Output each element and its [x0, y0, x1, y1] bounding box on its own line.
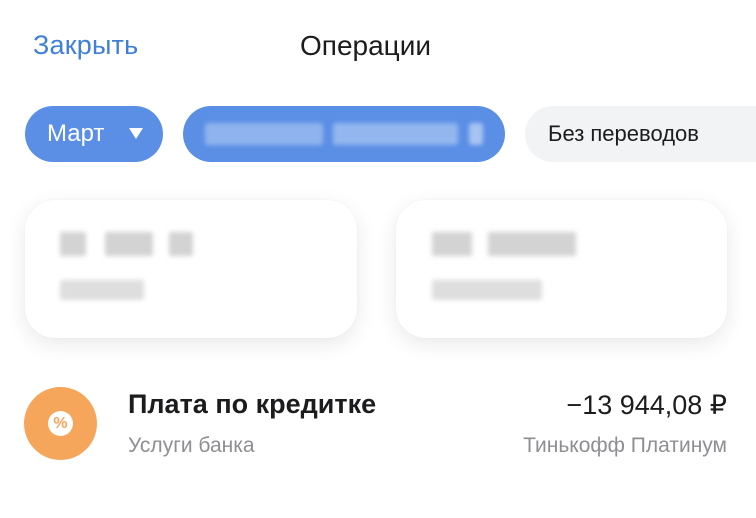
redacted-amount: [60, 232, 86, 256]
redacted-label: [60, 280, 144, 300]
expenses-summary-card[interactable]: [25, 200, 357, 338]
transfers-filter-label: Без переводов: [548, 121, 699, 146]
account-filter-chip[interactable]: [183, 106, 505, 162]
operation-account: Тинькофф Платинум: [523, 434, 727, 457]
percent-icon: %: [48, 411, 73, 436]
close-button[interactable]: Закрыть: [33, 30, 138, 61]
operation-title: Плата по кредитке: [128, 389, 377, 419]
chevron-down-icon: [129, 128, 143, 139]
redacted-amount: [432, 232, 472, 256]
page-title: Операции: [300, 30, 431, 61]
transfers-filter-chip[interactable]: Без переводов: [525, 106, 756, 162]
redacted-amount: [105, 232, 153, 256]
operation-category-icon: %: [24, 387, 97, 460]
month-filter-chip[interactable]: Март: [25, 106, 163, 162]
operation-category: Услуги банка: [128, 434, 255, 457]
redacted-text: [469, 123, 483, 145]
redacted-amount: [169, 232, 193, 256]
income-summary-card[interactable]: [396, 200, 727, 338]
redacted-amount: [488, 232, 576, 256]
header-bar: Закрыть Операции: [0, 0, 756, 100]
month-filter-label: Март: [47, 120, 105, 147]
filter-row: Март Без переводов: [0, 106, 756, 164]
redacted-label: [432, 280, 542, 300]
operation-amount: −13 944,08 ₽: [566, 390, 727, 420]
redacted-text: [333, 123, 458, 145]
redacted-text: [205, 123, 323, 145]
